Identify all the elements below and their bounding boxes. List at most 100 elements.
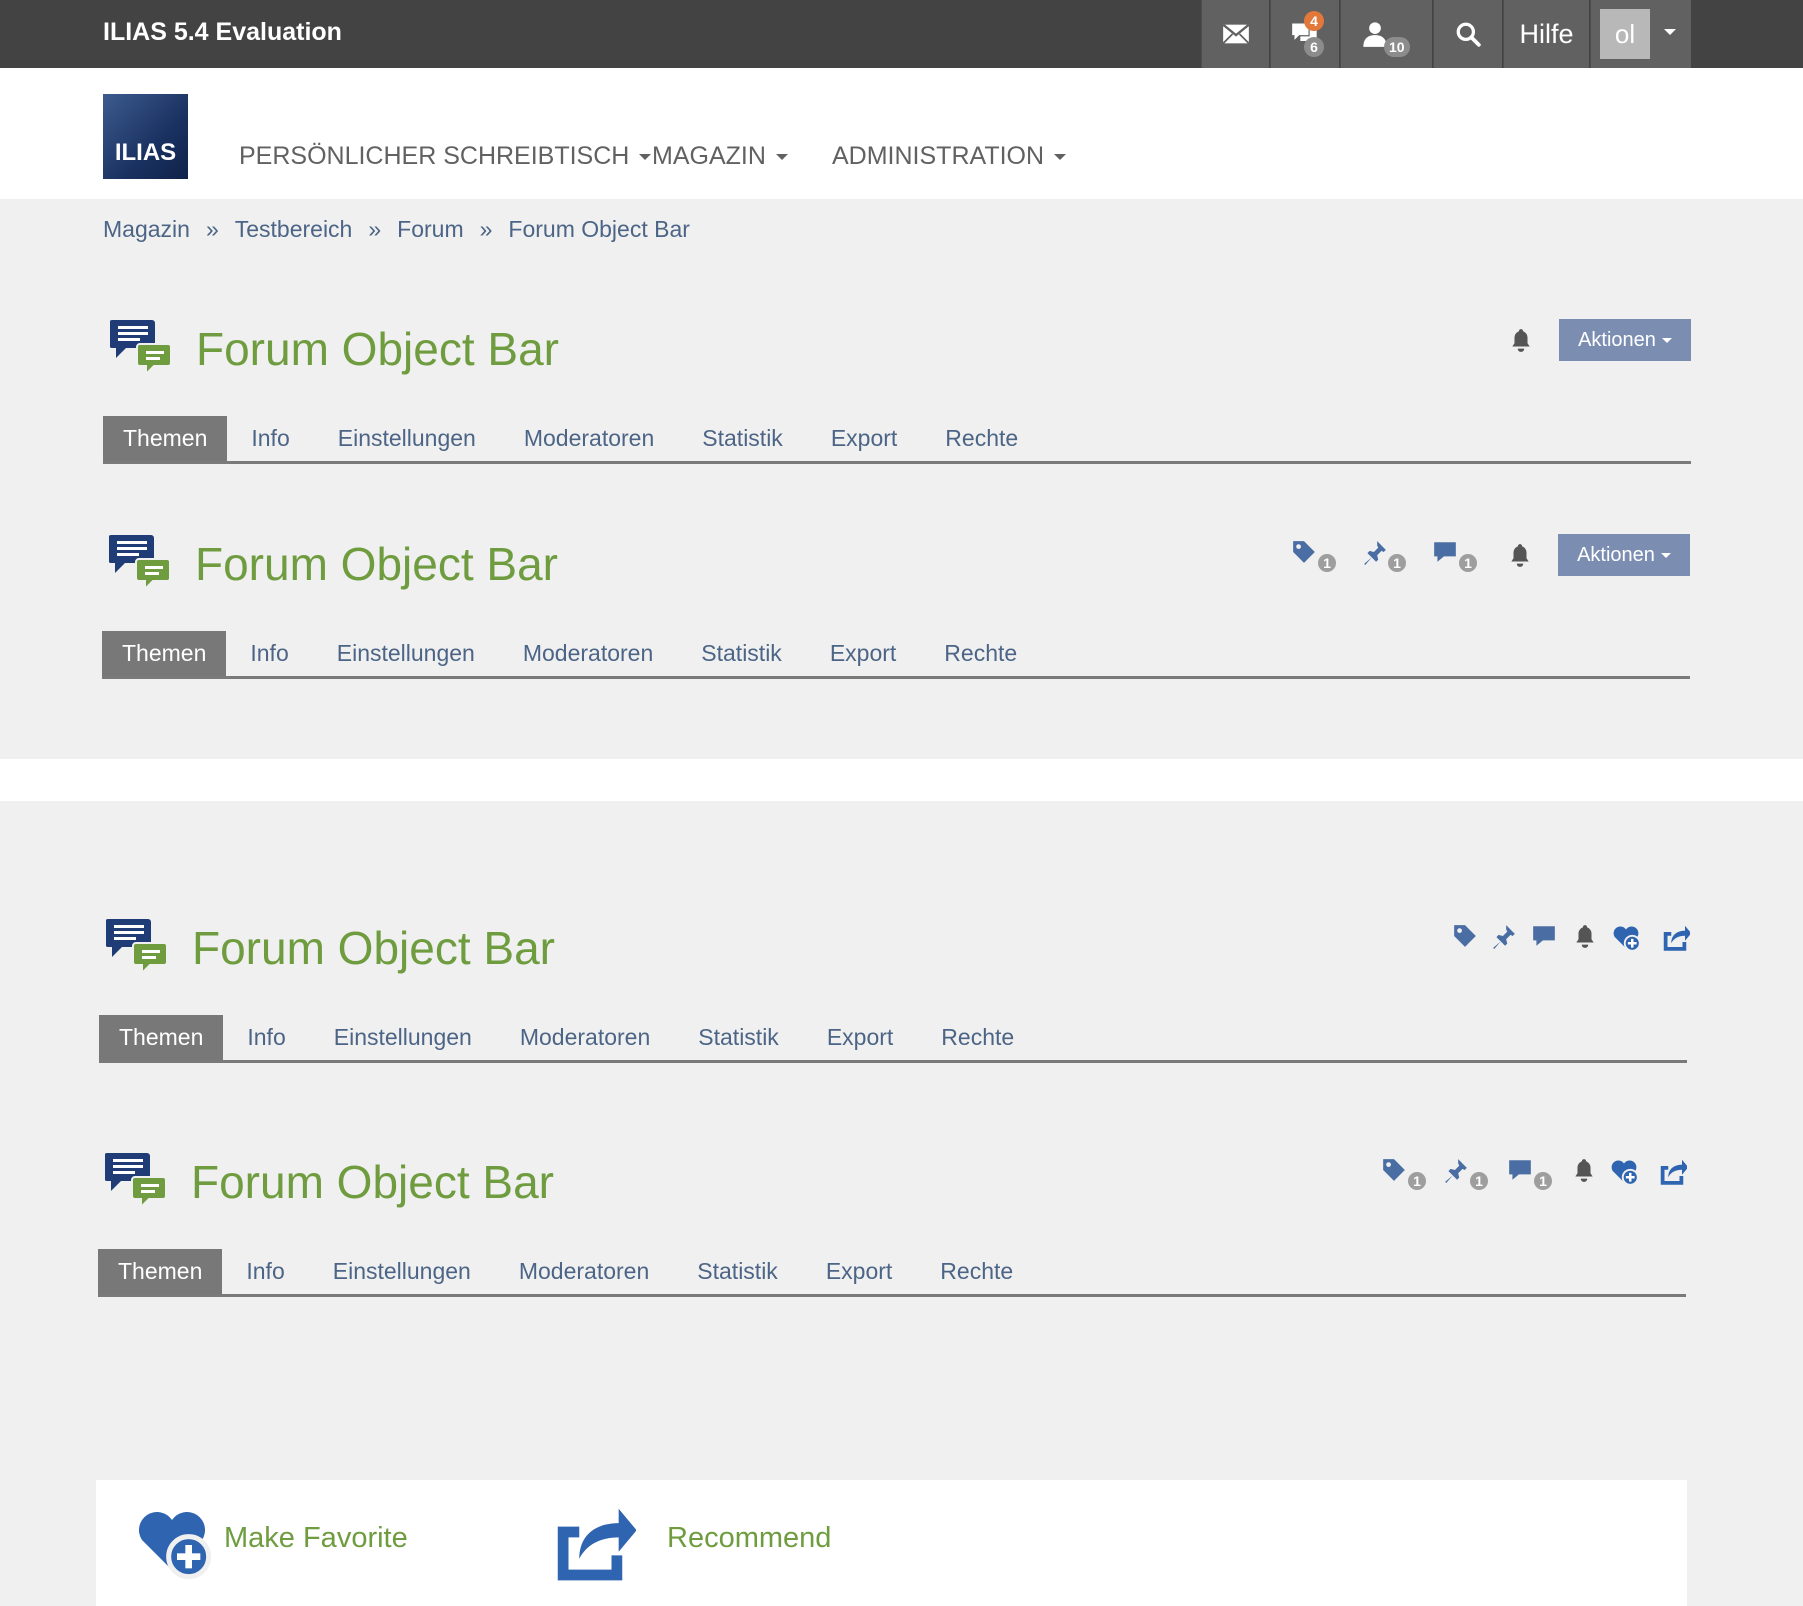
chat-button[interactable]: 4 6 [1270, 0, 1339, 68]
tag-count-badge: 1 [1316, 552, 1338, 574]
actions-button[interactable]: Aktionen [1559, 319, 1691, 361]
pin-icon[interactable] [1443, 1157, 1469, 1183]
tab-settings[interactable]: Einstellungen [313, 631, 499, 676]
search-icon [1455, 21, 1481, 47]
chevron-down-icon [639, 153, 652, 160]
forum-icon [110, 318, 172, 378]
actions-button[interactable]: Aktionen [1558, 534, 1690, 576]
avatar[interactable]: ol [1600, 9, 1650, 59]
object-title: Forum Object Bar [191, 1156, 554, 1208]
heart-plus-icon[interactable] [132, 1500, 212, 1580]
tab-bar: Themen Info Einstellungen Moderatoren St… [102, 631, 1690, 679]
tab-info[interactable]: Info [226, 631, 312, 676]
tag-icon[interactable] [1452, 923, 1478, 949]
tag-icon[interactable] [1381, 1157, 1407, 1183]
comment-icon[interactable] [1507, 1157, 1533, 1183]
tab-statistics[interactable]: Statistik [678, 416, 807, 461]
mail-button[interactable] [1201, 0, 1269, 68]
tab-info[interactable]: Info [227, 416, 313, 461]
tab-moderators[interactable]: Moderatoren [495, 1249, 673, 1294]
make-favorite-label[interactable]: Make Favorite [224, 1522, 408, 1555]
nav-label: PERSÖNLICHER SCHREIBTISCH [239, 142, 630, 170]
tab-moderators[interactable]: Moderatoren [500, 416, 678, 461]
object-title: Forum Object Bar [195, 538, 558, 590]
pin-icon[interactable] [1491, 923, 1517, 949]
breadcrumb-item[interactable]: Forum Object Bar [508, 216, 690, 243]
tab-bar: Themen Info Einstellungen Moderatoren St… [103, 416, 1691, 464]
tab-topics[interactable]: Themen [102, 631, 227, 676]
tab-permissions[interactable]: Rechte [920, 631, 1041, 676]
bell-icon[interactable] [1508, 327, 1534, 353]
bell-icon[interactable] [1571, 1157, 1597, 1183]
chevron-down-icon [1054, 153, 1067, 160]
breadcrumb-separator: » [368, 216, 382, 242]
tab-moderators[interactable]: Moderatoren [496, 1015, 674, 1060]
tab-info[interactable]: Info [222, 1249, 308, 1294]
help-label: Hilfe [1519, 18, 1574, 49]
bell-icon[interactable] [1572, 923, 1598, 949]
tab-statistics[interactable]: Statistik [673, 1249, 802, 1294]
tab-settings[interactable]: Einstellungen [310, 1015, 496, 1060]
tab-topics[interactable]: Themen [98, 1249, 223, 1294]
tag-icon[interactable] [1291, 539, 1317, 565]
chevron-down-icon [1660, 552, 1671, 558]
nav-repository[interactable]: MAGAZIN [652, 142, 788, 171]
ilias-logo[interactable]: ILIAS [103, 94, 188, 179]
pin-icon[interactable] [1362, 539, 1388, 565]
help-button[interactable]: Hilfe [1503, 0, 1589, 68]
actions-label: Aktionen [1577, 543, 1655, 566]
tab-statistics[interactable]: Statistik [674, 1015, 803, 1060]
icon-legend-panel: Make Favorite Recommend [96, 1480, 1687, 1606]
envelope-icon [1222, 20, 1250, 48]
chat-total-badge: 6 [1304, 37, 1324, 57]
tab-info[interactable]: Info [223, 1015, 309, 1060]
tab-permissions[interactable]: Rechte [916, 1249, 1037, 1294]
breadcrumb: Magazin » Testbereich » Forum » Forum Ob… [103, 216, 690, 243]
pin-count-badge: 1 [1386, 552, 1408, 574]
share-icon[interactable] [1657, 1156, 1687, 1186]
section-divider [0, 759, 1803, 801]
nav-personal-desktop[interactable]: PERSÖNLICHER SCHREIBTISCH [239, 142, 652, 171]
forum-icon [105, 1151, 167, 1211]
tab-permissions[interactable]: Rechte [917, 1015, 1038, 1060]
tab-export[interactable]: Export [803, 1015, 917, 1060]
tab-bar: Themen Info Einstellungen Moderatoren St… [99, 1015, 1687, 1063]
nav-label: ADMINISTRATION [832, 142, 1045, 170]
tab-export[interactable]: Export [802, 1249, 916, 1294]
users-online-badge: 10 [1384, 37, 1410, 57]
share-icon[interactable] [544, 1498, 636, 1584]
search-button[interactable] [1433, 0, 1502, 68]
tab-settings[interactable]: Einstellungen [309, 1249, 495, 1294]
breadcrumb-separator: » [479, 216, 493, 242]
nav-administration[interactable]: ADMINISTRATION [832, 142, 1067, 171]
tab-settings[interactable]: Einstellungen [314, 416, 500, 461]
tab-export[interactable]: Export [806, 631, 920, 676]
breadcrumb-item[interactable]: Magazin [103, 216, 190, 243]
comment-count-badge: 1 [1457, 552, 1479, 574]
comment-icon[interactable] [1432, 539, 1458, 565]
tab-export[interactable]: Export [807, 416, 921, 461]
heart-plus-icon[interactable] [1611, 922, 1641, 952]
top-bar: ILIAS 5.4 Evaluation 4 6 10 Hilfe ol [0, 0, 1803, 68]
share-icon[interactable] [1660, 922, 1690, 952]
tab-topics[interactable]: Themen [99, 1015, 224, 1060]
breadcrumb-item[interactable]: Testbereich [235, 216, 353, 243]
forum-icon [109, 533, 171, 593]
users-online-button[interactable]: 10 [1340, 0, 1432, 68]
breadcrumb-item[interactable]: Forum [397, 216, 463, 243]
breadcrumb-separator: » [205, 216, 219, 242]
forum-icon [106, 917, 168, 977]
chevron-down-icon [1661, 337, 1672, 343]
tab-moderators[interactable]: Moderatoren [499, 631, 677, 676]
recommend-label[interactable]: Recommend [667, 1522, 831, 1555]
heart-plus-icon[interactable] [1609, 1156, 1639, 1186]
comment-icon[interactable] [1531, 923, 1557, 949]
tab-bar: Themen Info Einstellungen Moderatoren St… [98, 1249, 1686, 1297]
pin-count-badge: 1 [1468, 1170, 1490, 1192]
chevron-down-icon [775, 153, 788, 160]
tab-statistics[interactable]: Statistik [677, 631, 806, 676]
main-header: ILIAS PERSÖNLICHER SCHREIBTISCH MAGAZIN … [0, 68, 1803, 199]
tab-topics[interactable]: Themen [103, 416, 228, 461]
bell-icon[interactable] [1507, 542, 1533, 568]
tab-permissions[interactable]: Rechte [921, 416, 1042, 461]
